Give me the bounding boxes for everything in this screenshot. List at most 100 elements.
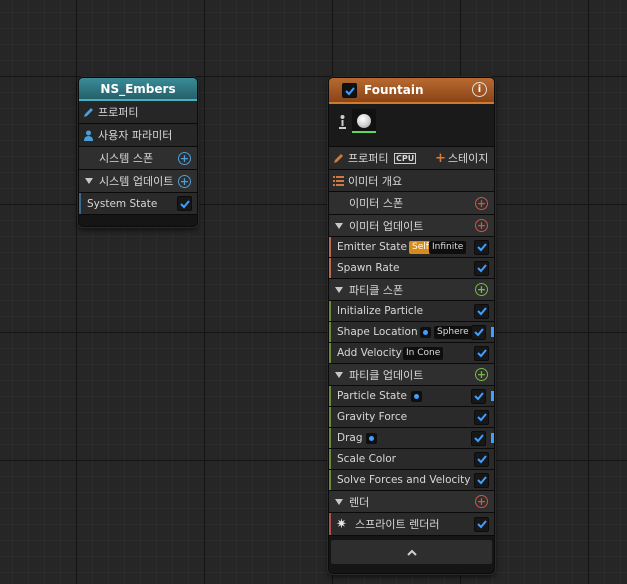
fountain-properties-row[interactable]: 프로퍼티 CPU + 스테이지 — [329, 147, 494, 170]
module-row[interactable]: Add Velocity In Cone — [329, 343, 494, 364]
add-stage-label: 스테이지 — [447, 152, 489, 165]
chevron-down-icon[interactable] — [335, 222, 343, 229]
user-icon — [84, 130, 93, 141]
emitter-spawn-label: 이미터 스폰 — [349, 197, 404, 210]
fountain-enable-checkbox[interactable] — [342, 83, 357, 98]
particle-spawn-row[interactable]: 파티클 스폰 + — [329, 279, 494, 301]
system-state-checkbox[interactable] — [177, 196, 192, 211]
module-label: Initialize Particle — [337, 305, 424, 317]
ns-embers-title: NS_Embers — [100, 81, 176, 96]
emitter-update-label: 이미터 업데이트 — [349, 219, 424, 233]
sprite-renderer-row[interactable]: ✷ 스프라이트 렌더러 — [329, 513, 494, 536]
module-row[interactable]: Initialize Particle — [329, 301, 494, 322]
module-row[interactable]: Gravity Force — [329, 407, 494, 428]
sprite-burst-icon: ✷ — [336, 516, 347, 532]
fountain-header[interactable]: Fountain i — [329, 78, 494, 104]
module-label: Spawn Rate — [337, 262, 400, 274]
module-row[interactable]: Shape Location Sphere — [329, 322, 494, 343]
modified-marker — [491, 391, 494, 401]
fountain-node[interactable]: Fountain i 프로퍼티 CPU + 스테이지 이미터 개요 이미터 스폰… — [328, 77, 495, 574]
material-thumbnail[interactable] — [352, 109, 376, 133]
module-checkbox[interactable] — [471, 430, 486, 446]
chevron-down-icon[interactable] — [335, 498, 343, 505]
module-checkbox[interactable] — [471, 388, 486, 404]
module-label: Particle State — [337, 390, 407, 402]
dynamic-input-icon[interactable] — [420, 326, 431, 338]
sprite-renderer-label: 스프라이트 렌더러 — [355, 518, 440, 531]
module-row[interactable]: Scale Color — [329, 449, 494, 470]
particle-module-bar — [329, 470, 331, 490]
sphere-badge: Sphere — [434, 325, 472, 339]
module-row[interactable]: Drag — [329, 428, 494, 449]
chevron-down-icon[interactable] — [335, 371, 343, 378]
module-row[interactable]: Particle State — [329, 386, 494, 407]
emitter-update-row[interactable]: 이미터 업데이트 + — [329, 215, 494, 237]
ns-system-spawn-label: 시스템 스폰 — [99, 152, 154, 165]
render-label: 렌더 — [349, 495, 370, 509]
ns-embers-header[interactable]: NS_Embers — [79, 78, 197, 101]
particle-update-label: 파티클 업데이트 — [349, 368, 424, 382]
module-label: Emitter State — [337, 241, 407, 253]
module-row[interactable]: Emitter State Self Infinite — [329, 237, 494, 258]
info-icon[interactable]: i — [472, 82, 487, 97]
particle-spawn-label: 파티클 스폰 — [349, 283, 404, 297]
particle-module-bar — [329, 407, 331, 427]
particle-module-bar — [329, 322, 331, 342]
module-checkbox[interactable] — [474, 239, 489, 255]
plus-circle-icon[interactable]: + — [178, 174, 191, 188]
add-stage-button[interactable]: + 스테이지 — [435, 150, 488, 166]
dynamic-input-icon[interactable] — [411, 390, 422, 402]
module-checkbox[interactable] — [474, 260, 489, 276]
plus-circle-icon[interactable]: + — [475, 196, 488, 210]
ns-properties-label: 프로퍼티 — [98, 106, 139, 119]
emitter-module-bar — [329, 258, 331, 278]
cpu-badge: CPU — [394, 152, 417, 164]
plus-circle-icon[interactable]: + — [475, 368, 488, 381]
ns-system-state-row[interactable]: System State — [79, 193, 197, 215]
thumbnail-area — [329, 104, 494, 147]
module-checkbox[interactable] — [474, 303, 489, 319]
emitter-spawn-row[interactable]: 이미터 스폰 + — [329, 192, 494, 215]
chevron-down-icon[interactable] — [85, 178, 93, 184]
module-row[interactable]: Solve Forces and Velocity — [329, 470, 494, 491]
particle-module-bar — [329, 301, 331, 321]
collapse-button[interactable] — [331, 540, 492, 564]
module-checkbox[interactable] — [474, 516, 489, 532]
plus-circle-icon[interactable]: + — [178, 151, 191, 165]
ns-embers-node[interactable]: NS_Embers 프로퍼티 사용자 파라미터 시스템 스폰 + 시스템 업데이… — [78, 77, 198, 227]
fountain-title: Fountain — [364, 83, 424, 97]
particle-module-bar — [329, 428, 331, 448]
plus-circle-icon[interactable]: + — [475, 219, 488, 232]
particle-update-row[interactable]: 파티클 업데이트 + — [329, 364, 494, 386]
module-row[interactable]: Spawn Rate — [329, 258, 494, 279]
module-label: Drag — [337, 432, 363, 444]
module-label: Scale Color — [337, 453, 397, 465]
render-row[interactable]: 렌더 + — [329, 491, 494, 513]
ns-system-state-label: System State — [87, 197, 158, 210]
particle-module-bar — [329, 449, 331, 469]
emitter-module-bar — [329, 237, 331, 257]
ns-system-update-row[interactable]: 시스템 업데이트 + — [79, 170, 197, 193]
ns-user-params-row[interactable]: 사용자 파라미터 — [79, 124, 197, 147]
module-label: Solve Forces and Velocity — [337, 474, 471, 486]
pencil-icon — [84, 108, 93, 117]
plus-circle-icon[interactable]: + — [475, 495, 488, 508]
emitter-icon — [339, 115, 346, 129]
dynamic-input-icon[interactable] — [366, 432, 377, 444]
module-label: Add Velocity — [337, 347, 402, 359]
ns-system-update-label: 시스템 업데이트 — [99, 175, 174, 188]
module-checkbox[interactable] — [474, 345, 489, 361]
particle-module-bar — [329, 343, 331, 363]
render-module-bar — [329, 513, 331, 535]
ns-properties-row[interactable]: 프로퍼티 — [79, 101, 197, 124]
chevron-down-icon[interactable] — [335, 286, 343, 293]
module-checkbox[interactable] — [474, 409, 489, 425]
infinite-badge: Infinite — [429, 240, 467, 254]
module-checkbox[interactable] — [474, 472, 489, 488]
ns-system-spawn-row[interactable]: 시스템 스폰 + — [79, 147, 197, 170]
module-label: Shape Location — [337, 326, 418, 338]
module-checkbox[interactable] — [471, 324, 486, 340]
emitter-summary-row[interactable]: 이미터 개요 — [329, 170, 494, 192]
plus-circle-icon[interactable]: + — [475, 283, 488, 296]
module-checkbox[interactable] — [474, 451, 489, 467]
